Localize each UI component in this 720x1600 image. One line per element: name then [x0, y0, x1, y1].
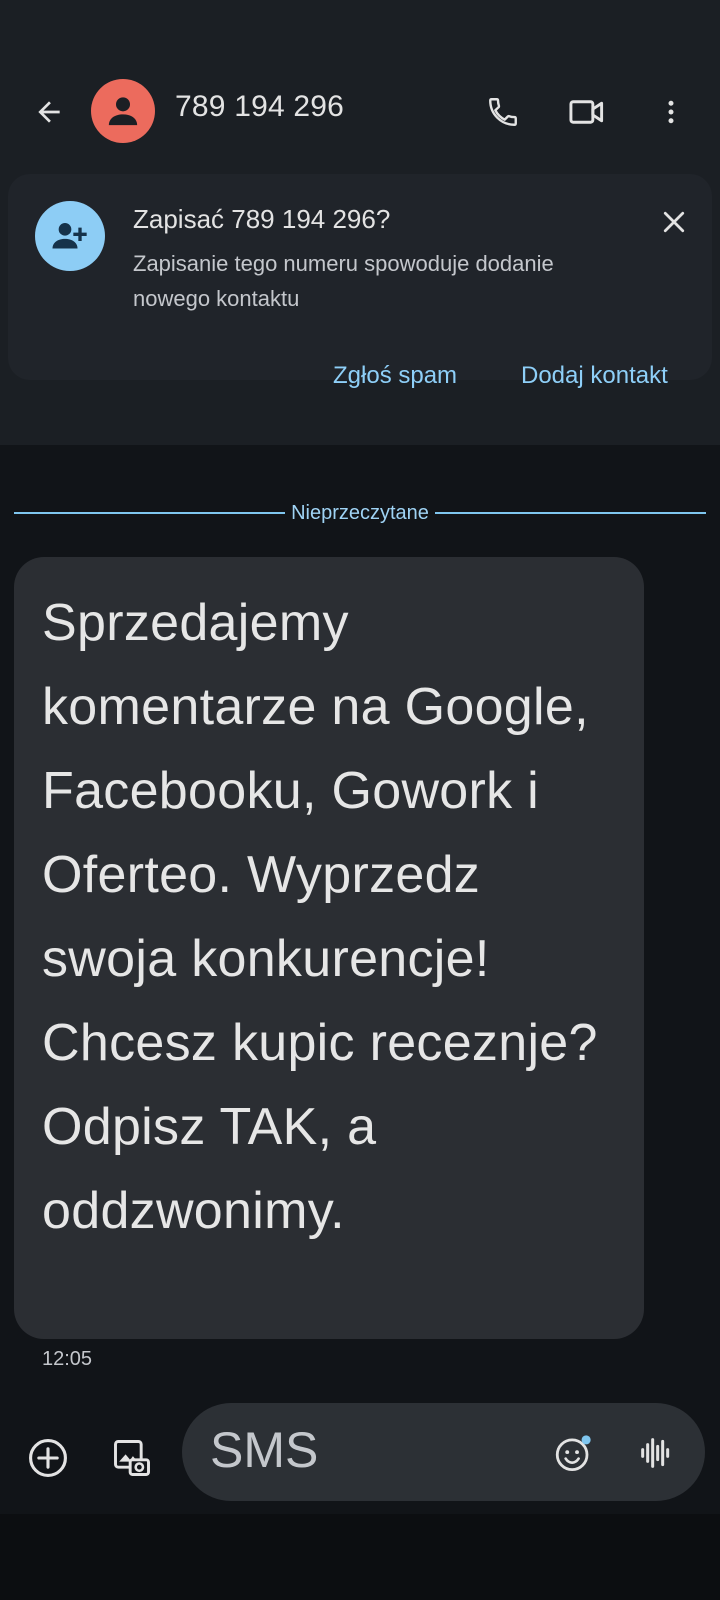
- voice-message-button[interactable]: [628, 1425, 684, 1481]
- banner-description: Zapisanie tego numeru spowoduje dodanie …: [133, 251, 554, 311]
- gallery-button[interactable]: [104, 1430, 160, 1486]
- more-vertical-icon: [668, 100, 674, 124]
- composer-bar: SMS: [0, 1390, 720, 1514]
- sms-placeholder: SMS: [210, 1422, 319, 1478]
- sms-input[interactable]: SMS: [182, 1403, 705, 1501]
- banner-title: Zapisać 789 194 296?: [133, 204, 391, 234]
- contact-number[interactable]: 789 194 296: [175, 90, 344, 124]
- add-contact-button[interactable]: Dodaj kontakt: [521, 362, 668, 390]
- call-button[interactable]: [475, 84, 531, 140]
- unread-label: Nieprzeczytane: [291, 501, 429, 524]
- message-text: Sprzedajemy komentarze na Google, Facebo…: [42, 594, 598, 1240]
- gallery-icon: [114, 1440, 150, 1476]
- banner-close-button[interactable]: [646, 194, 702, 250]
- unread-divider: Nieprzeczytane: [14, 496, 706, 530]
- status-bar: [0, 0, 720, 60]
- message-timestamp: 12:05: [42, 1348, 93, 1370]
- arrow-back-icon: [38, 101, 60, 123]
- contact-avatar[interactable]: [91, 79, 155, 143]
- video-camera-icon: [569, 100, 604, 124]
- emoji-button[interactable]: [545, 1425, 601, 1481]
- person-add-avatar: [35, 201, 105, 271]
- add-circle-icon: [29, 1439, 67, 1477]
- phone-icon: [489, 98, 517, 126]
- report-spam-button[interactable]: Zgłoś spam: [333, 362, 457, 390]
- save-contact-banner: Zapisać 789 194 296? Zapisanie tego nume…: [8, 174, 712, 380]
- more-options-button[interactable]: [643, 84, 699, 140]
- voice-icon: [641, 1438, 670, 1468]
- video-call-button[interactable]: [559, 84, 615, 140]
- message-bubble[interactable]: Sprzedajemy komentarze na Google, Facebo…: [14, 557, 644, 1339]
- navigation-bar: [0, 1514, 720, 1600]
- person-icon: [108, 97, 138, 126]
- back-button[interactable]: [21, 84, 77, 140]
- emoji-icon: [555, 1435, 591, 1472]
- divider-line: [434, 512, 706, 514]
- close-icon: [663, 211, 685, 233]
- person-add-icon: [52, 223, 87, 249]
- add-attachment-button[interactable]: [20, 1430, 76, 1486]
- divider-line: [14, 512, 286, 514]
- app-bar: 789 194 296: [0, 60, 720, 166]
